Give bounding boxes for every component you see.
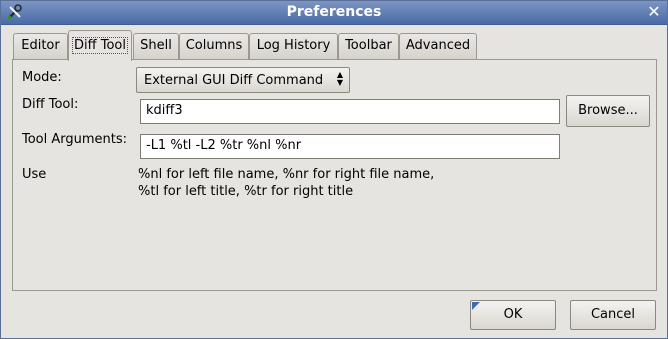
preferences-dialog: Preferences ✕ Editor Diff Tool Shell Col… [0,0,668,339]
window-title: Preferences [286,4,382,20]
ok-label: OK [503,307,523,322]
tab-advanced[interactable]: Advanced [399,33,477,59]
browse-button[interactable]: Browse... [566,95,650,127]
diff-tool-panel: Mode: External GUI Diff Command ▲ ▼ Diff … [12,59,657,291]
default-button-marker-icon [472,302,480,310]
tab-label: Diff Tool [72,37,128,54]
tool-arguments-input[interactable]: -L1 %tl -L2 %tr %nl %nr [140,134,560,159]
tab-shell[interactable]: Shell [133,33,179,59]
mode-select[interactable]: External GUI Diff Command ▲ ▼ [136,67,350,93]
help-label: Use [22,167,47,182]
title-bar[interactable]: Preferences ✕ [1,1,667,25]
tab-label: Toolbar [345,38,392,53]
tab-columns[interactable]: Columns [179,33,249,59]
tab-label: Editor [21,38,60,53]
tab-log-history[interactable]: Log History [249,33,338,59]
spin-arrows-icon: ▲ ▼ [336,70,344,87]
close-icon[interactable]: ✕ [645,3,663,21]
diff-tool-input[interactable]: kdiff3 [140,99,560,124]
mode-select-value: External GUI Diff Command [144,73,324,88]
help-text-line2: %tl for left title, %tr for right title [138,184,354,199]
ok-button[interactable]: OK [470,300,556,330]
tab-toolbar[interactable]: Toolbar [338,33,399,59]
tab-label: Shell [140,38,172,53]
tab-label: Log History [256,38,331,53]
tool-arguments-label: Tool Arguments: [22,132,128,147]
help-text-line1: %nl for left file name, %nr for right fi… [138,167,435,182]
diff-tool-label: Diff Tool: [22,97,79,112]
tab-label: Advanced [405,38,471,53]
mode-label: Mode: [22,70,62,85]
tab-diff-tool[interactable]: Diff Tool [68,30,132,61]
cancel-button[interactable]: Cancel [570,300,656,330]
tab-label: Columns [185,38,243,53]
tab-editor[interactable]: Editor [13,33,68,59]
